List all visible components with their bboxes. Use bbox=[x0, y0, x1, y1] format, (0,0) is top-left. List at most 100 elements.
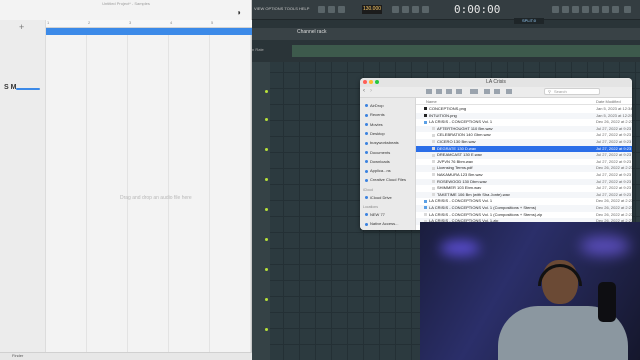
file-row[interactable]: NAKAMURA 123 Bm.wav Jul 27, 2022 at 9:23 … bbox=[416, 172, 632, 179]
sidebar-item[interactable]: iCloud Drive bbox=[365, 195, 392, 200]
file-date: Jul 27, 2022 at 9:23 PM bbox=[596, 185, 632, 191]
list-view-icon[interactable] bbox=[436, 89, 442, 94]
mixer-icon[interactable] bbox=[582, 6, 589, 13]
view-icon[interactable] bbox=[426, 89, 432, 94]
sidebar-item[interactable]: Downloads bbox=[365, 159, 390, 164]
sidebar-item[interactable]: Movies bbox=[365, 122, 383, 127]
minimize-icon[interactable] bbox=[369, 80, 373, 84]
column-header-name[interactable]: Name bbox=[426, 99, 437, 104]
file-icon bbox=[432, 127, 435, 131]
settings-icon[interactable] bbox=[624, 6, 631, 13]
smart-controls-icon[interactable]: ◑ bbox=[236, 9, 246, 17]
drive-icon bbox=[365, 213, 368, 217]
loop-icon[interactable] bbox=[422, 6, 429, 13]
song-position: 0:00:00 bbox=[454, 3, 501, 16]
sidebar-item[interactable]: Recents bbox=[365, 112, 385, 117]
file-row[interactable]: LA CRISIS - CONCEPTIONS Vol. 1 Dec 26, 20… bbox=[416, 119, 632, 126]
track-led[interactable] bbox=[265, 238, 268, 241]
close-icon[interactable] bbox=[363, 80, 367, 84]
timeline-ruler[interactable]: 1 2 3 4 5 bbox=[46, 20, 252, 28]
playlist-icon[interactable] bbox=[552, 6, 559, 13]
track-led[interactable] bbox=[265, 118, 268, 121]
zoom-icon[interactable] bbox=[375, 80, 379, 84]
file-date: Jul 27, 2022 at 9:23 PM bbox=[596, 158, 632, 164]
file-row[interactable]: SHIMMER 103 Ebm.wav Jul 27, 2022 at 9:23 … bbox=[416, 185, 632, 192]
automation-strip[interactable] bbox=[292, 45, 640, 57]
sidebar-section-header: iCloud bbox=[363, 187, 373, 192]
tag-icon[interactable] bbox=[506, 89, 512, 94]
track-led[interactable] bbox=[265, 148, 268, 151]
finder-label: Finder bbox=[12, 353, 24, 358]
stop-icon[interactable] bbox=[328, 6, 335, 13]
file-row[interactable]: Licensing Terms.pdf Dec 26, 2022 at 2:23 … bbox=[416, 165, 632, 172]
file-row[interactable]: DEGRATE 130 D.wav Jul 27, 2022 at 9:23 PM bbox=[416, 145, 632, 153]
file-row[interactable]: JVPVN 76 Bbm.wav Jul 27, 2022 at 9:23 PM bbox=[416, 159, 632, 166]
gallery-view-icon[interactable] bbox=[456, 89, 462, 94]
piano-roll-icon[interactable] bbox=[562, 6, 569, 13]
pattern-selector[interactable]: SPLIT:0 bbox=[514, 18, 544, 24]
file-row[interactable]: DREAMCAST 130 E.wav Jul 27, 2022 at 9:23 … bbox=[416, 152, 632, 159]
action-icon[interactable] bbox=[484, 89, 490, 94]
track-led[interactable] bbox=[265, 90, 268, 93]
sidebar-item[interactable]: Desktop bbox=[365, 131, 385, 136]
sidebar-section-header: Locations bbox=[363, 205, 378, 209]
record-icon[interactable] bbox=[338, 6, 345, 13]
search-field[interactable]: Search bbox=[544, 88, 600, 95]
play-icon[interactable] bbox=[318, 6, 325, 13]
add-track-button[interactable]: + bbox=[19, 22, 24, 32]
fl-menu-bar[interactable]: VIEW OPTIONS TOOLS HELP bbox=[254, 6, 309, 11]
file-date: Jul 27, 2022 at 9:23 PM bbox=[596, 145, 632, 151]
track-led[interactable] bbox=[265, 328, 268, 331]
file-row[interactable]: CELEBRATION 140 Gbm.wav Jul 27, 2022 at 9… bbox=[416, 132, 632, 139]
file-row[interactable]: CICERO 130 Bm.wav Jul 27, 2022 at 9:23 PM bbox=[416, 139, 632, 146]
file-row[interactable]: INTUITION.png Jan 5, 2023 at 12:29 PM bbox=[416, 112, 632, 120]
track-led[interactable] bbox=[265, 178, 268, 181]
file-icon bbox=[432, 180, 435, 184]
sidebar-item[interactable]: Applica...ns bbox=[365, 168, 391, 173]
sidebar-item[interactable]: Documents bbox=[365, 150, 390, 155]
file-row[interactable]: LA CRISIS - CONCEPTIONS Vol. 1 (Composit… bbox=[416, 205, 632, 212]
countdown-icon[interactable] bbox=[412, 6, 419, 13]
track-led[interactable] bbox=[265, 268, 268, 271]
file-row[interactable]: LA CRISIS - CONCEPTIONS Vol. 1 (Composit… bbox=[416, 212, 632, 219]
share-icon[interactable] bbox=[494, 89, 500, 94]
group-icon[interactable] bbox=[470, 89, 478, 94]
file-name: DREAMCAST 130 E.wav bbox=[437, 152, 482, 158]
file-name: Licensing Terms.pdf bbox=[437, 165, 473, 171]
sidebar-item[interactable]: NEW 77 bbox=[365, 212, 385, 217]
forward-icon[interactable]: › bbox=[370, 88, 372, 94]
file-row[interactable]: LA CRISIS - CONCEPTIONS Vol. 1 Dec 26, 20… bbox=[416, 198, 632, 205]
tempo-display[interactable]: 130.000 bbox=[362, 5, 382, 14]
sidebar-item-label: Applica...ns bbox=[370, 168, 391, 174]
channel-rack-icon[interactable] bbox=[572, 6, 579, 13]
file-row[interactable]: AFTERTHOUGHT 110 Bm.wav Jul 27, 2022 at 9… bbox=[416, 125, 632, 133]
back-icon[interactable]: ‹ bbox=[363, 88, 365, 94]
column-view-icon[interactable] bbox=[446, 89, 452, 94]
sidebar-item-label: AirDrop bbox=[370, 103, 384, 108]
apps-icon bbox=[365, 169, 368, 173]
sidebar-item[interactable]: busyworksbeats bbox=[365, 140, 399, 145]
file-row[interactable]: ROSEWOOD 130 Dbm.wav Jul 27, 2022 at 9:23… bbox=[416, 178, 632, 186]
help-icon[interactable] bbox=[612, 6, 619, 13]
desktop-icon bbox=[365, 132, 368, 136]
sidebar-item[interactable]: AirDrop bbox=[365, 103, 384, 108]
plugin-icon[interactable] bbox=[602, 6, 609, 13]
wait-icon[interactable] bbox=[402, 6, 409, 13]
file-row[interactable]: CONCEPTIONS.png Jan 5, 2023 at 12:34 PM bbox=[416, 106, 632, 113]
sidebar-item[interactable]: Native Access... bbox=[365, 221, 398, 226]
cycle-region[interactable] bbox=[46, 28, 252, 35]
track-led[interactable] bbox=[265, 298, 268, 301]
solo-mute-buttons[interactable]: S M bbox=[4, 84, 16, 91]
tracks-area[interactable] bbox=[46, 35, 252, 353]
browser-icon[interactable] bbox=[592, 6, 599, 13]
column-header-date[interactable]: Date Modified bbox=[596, 99, 621, 104]
file-row[interactable]: TAKETIME 106 Bm (with Sha Jonte).wav Jul … bbox=[416, 191, 632, 199]
folder-icon bbox=[424, 199, 427, 203]
track-led[interactable] bbox=[265, 208, 268, 211]
sidebar-item[interactable]: Creative Cloud Files bbox=[365, 177, 406, 182]
file-name: LA CRISIS - CONCEPTIONS Vol. 1 (Composit… bbox=[429, 211, 543, 217]
metronome-icon[interactable] bbox=[392, 6, 399, 13]
volume-slider[interactable] bbox=[16, 88, 40, 90]
track-list[interactable] bbox=[252, 62, 270, 360]
search-icon: ⚲ bbox=[548, 89, 551, 94]
